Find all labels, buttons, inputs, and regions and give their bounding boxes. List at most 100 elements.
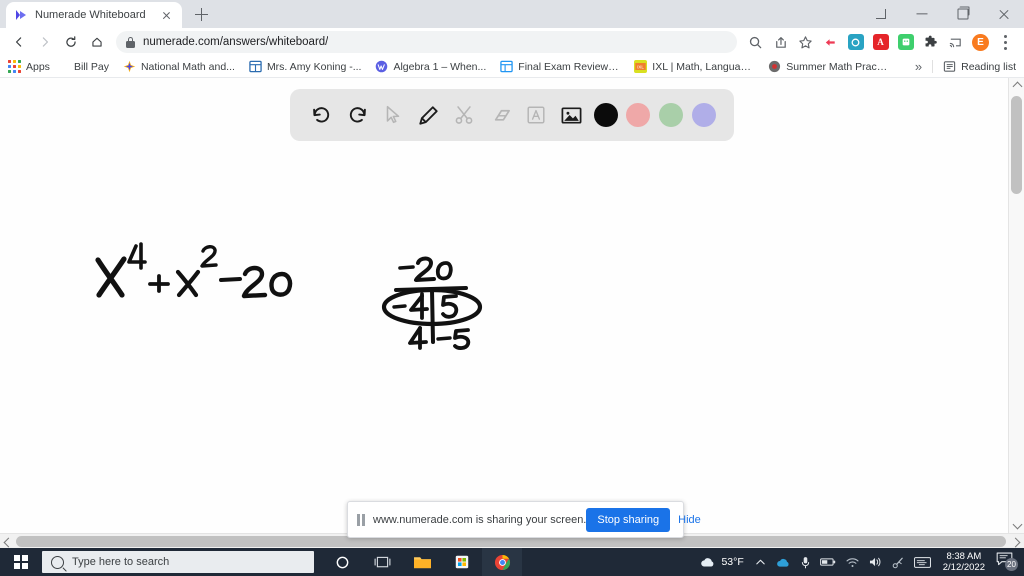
wordpress-icon (375, 60, 388, 73)
vertical-scrollbar[interactable] (1008, 78, 1024, 533)
reading-list-label: Reading list (961, 60, 1016, 73)
bookmark-summer-math-practice[interactable]: Summer Math Pract... (768, 60, 888, 73)
bookmark-label: Summer Math Pract... (786, 60, 889, 73)
vertical-scroll-thumb[interactable] (1011, 96, 1022, 194)
url-text: numerade.com/answers/whiteboard/ (143, 36, 329, 48)
show-hidden-icons[interactable] (750, 548, 771, 576)
search-placeholder: Type here to search (72, 556, 170, 568)
bookmark-label: Final Exam Review -... (518, 60, 621, 73)
tab-numerade-whiteboard[interactable]: Numerade Whiteboard (6, 2, 182, 28)
system-tray: 53°F 8:38 AM 2/12/2022 20 (694, 548, 1024, 576)
color-green[interactable] (659, 103, 684, 127)
back-arrow-icon[interactable] (6, 29, 32, 55)
extension-teal-icon[interactable] (843, 30, 868, 55)
whiteboard-toolbar (290, 89, 734, 141)
pen-menu-icon[interactable] (887, 548, 909, 576)
zoom-search-icon[interactable] (743, 30, 768, 55)
bookmark-national-math[interactable]: National Math and... (123, 60, 235, 73)
extension-red-icon[interactable] (818, 30, 843, 55)
scissors-tool[interactable] (451, 102, 478, 129)
maximize-button[interactable] (942, 0, 983, 28)
chrome-menu-button[interactable] (993, 30, 1018, 55)
bookmarks-overflow-button[interactable]: » (915, 59, 922, 74)
bookmark-bill-pay[interactable]: Bill Pay (74, 61, 109, 73)
tab-search-button[interactable] (860, 0, 901, 28)
pencil-tool[interactable] (415, 102, 442, 129)
bookmark-label: Bill Pay (73, 60, 109, 73)
calendar-icon (249, 60, 262, 73)
stop-sharing-button[interactable]: Stop sharing (586, 507, 671, 532)
extension-green-icon[interactable] (893, 30, 918, 55)
browser-toolbar: numerade.com/answers/whiteboard/ A E (0, 28, 1024, 56)
bookmark-label: Algebra 1 – When... (393, 60, 487, 73)
color-pink[interactable] (626, 103, 651, 127)
scroll-down-arrow[interactable] (1009, 518, 1024, 533)
text-tool[interactable] (522, 102, 549, 129)
svg-text:IXL: IXL (638, 64, 645, 69)
scroll-up-arrow[interactable] (1009, 78, 1024, 93)
microphone-icon[interactable] (796, 548, 815, 576)
eraser-tool[interactable] (487, 102, 514, 129)
scroll-right-arrow[interactable] (1009, 534, 1024, 549)
minimize-button[interactable] (901, 0, 942, 28)
bookmark-label: IXL | Math, Languag... (652, 60, 755, 73)
onedrive-icon[interactable] (771, 548, 796, 576)
wifi-icon[interactable] (841, 548, 864, 576)
toolbar-icons: A E (743, 30, 1018, 55)
windows-start-icon[interactable] (0, 548, 42, 576)
color-black[interactable] (593, 103, 618, 127)
reload-icon[interactable] (58, 29, 84, 55)
new-tab-button[interactable] (188, 1, 214, 27)
lock-icon (126, 36, 135, 48)
share-icon[interactable] (768, 30, 793, 55)
image-tool[interactable] (558, 102, 585, 129)
file-explorer-button[interactable] (402, 548, 442, 576)
battery-icon[interactable] (815, 548, 841, 576)
profile-avatar[interactable]: E (968, 30, 993, 55)
bookmark-mrs-amy-koning[interactable]: Mrs. Amy Koning -... (249, 60, 361, 73)
cortana-button[interactable] (322, 548, 362, 576)
star-burst-icon (123, 60, 136, 73)
task-view-button[interactable] (362, 548, 402, 576)
table-icon (500, 60, 514, 73)
search-icon (51, 555, 64, 569)
select-tool[interactable] (379, 102, 406, 129)
pause-icon (356, 513, 366, 526)
whiteboard-canvas[interactable] (0, 78, 1024, 548)
cast-icon[interactable] (943, 30, 968, 55)
microsoft-store-button[interactable] (442, 548, 482, 576)
weather-temperature: 53°F (721, 556, 744, 568)
bookmarks-bar: Apps Bill Pay National Math and... Mrs. … (0, 56, 1024, 78)
ink-equation (95, 242, 293, 299)
hide-button[interactable]: Hide (670, 508, 709, 532)
chrome-button[interactable] (482, 548, 522, 576)
volume-icon[interactable] (864, 548, 887, 576)
close-window-button[interactable] (983, 0, 1024, 28)
redo-button[interactable] (344, 102, 371, 129)
adobe-acrobat-icon[interactable]: A (868, 30, 893, 55)
address-bar[interactable]: numerade.com/answers/whiteboard/ (116, 31, 737, 53)
bookmark-final-exam-review[interactable]: Final Exam Review -... (500, 60, 620, 73)
weather-widget[interactable]: 53°F (694, 556, 749, 568)
bookmark-apps[interactable]: Apps (8, 60, 50, 73)
notification-icon[interactable]: 20 (992, 552, 1020, 572)
bookmark-ixl[interactable]: IXL IXL | Math, Languag... (634, 60, 754, 73)
apps-grid-icon (8, 60, 21, 73)
bookmark-label: National Math and... (140, 60, 235, 73)
window-controls (860, 0, 1024, 28)
windows-taskbar: Type here to search 53°F 8:38 AM 2/12/20… (0, 548, 1024, 576)
bookmark-algebra-1[interactable]: Algebra 1 – When... (375, 60, 486, 73)
touch-keyboard-icon[interactable] (909, 548, 936, 576)
bookmark-label: Apps (26, 60, 50, 73)
extensions-puzzle-icon[interactable] (918, 30, 943, 55)
home-icon[interactable] (84, 29, 110, 55)
taskbar-clock[interactable]: 8:38 AM 2/12/2022 (936, 551, 992, 573)
color-purple[interactable] (691, 103, 716, 127)
undo-button[interactable] (308, 102, 335, 129)
bookmark-star-icon[interactable] (793, 30, 818, 55)
notification-count: 20 (1005, 558, 1018, 571)
close-icon[interactable] (159, 8, 174, 23)
taskbar-search-input[interactable]: Type here to search (42, 551, 314, 573)
reading-list-button[interactable]: Reading list (932, 60, 1016, 73)
scroll-left-arrow[interactable] (0, 534, 15, 549)
